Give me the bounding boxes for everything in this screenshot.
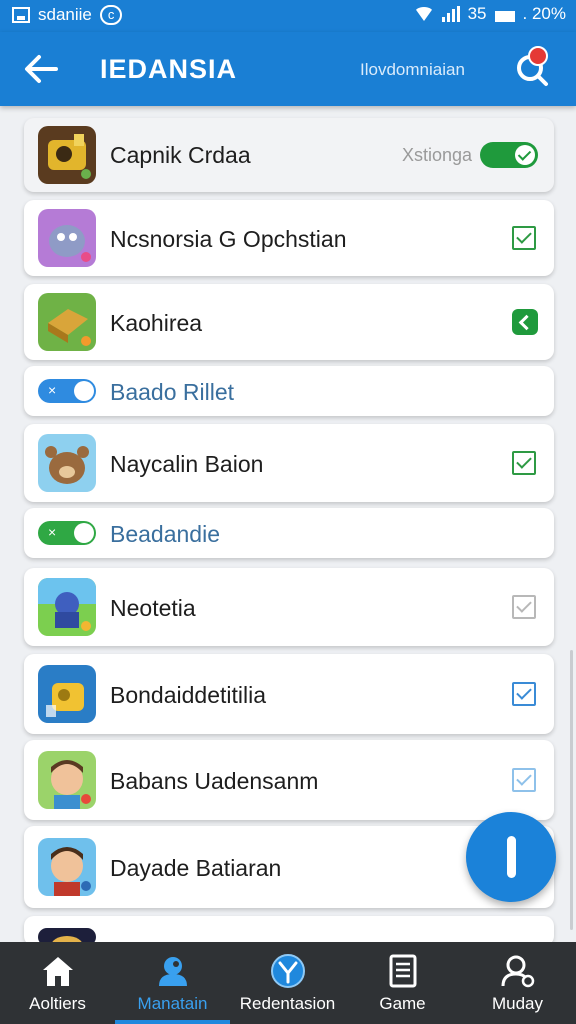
app-bar: IEDANSIA Ilovdomniaian xyxy=(0,32,576,106)
section-title: Baado Rillet xyxy=(110,379,235,405)
list-item[interactable]: Kaohirea xyxy=(24,284,554,360)
chevron-left-icon[interactable] xyxy=(512,309,538,335)
list-item[interactable]: Bondaiddetitilia xyxy=(24,654,554,734)
user-settings-icon xyxy=(501,955,535,988)
app-icon xyxy=(38,838,96,896)
item-name: Ncsnorsia G Opchstian xyxy=(110,226,347,252)
document-icon xyxy=(389,954,417,988)
item-name: Dayade Batiaran xyxy=(110,855,282,881)
nav-item-game[interactable]: Game xyxy=(345,942,460,1024)
battery-icon xyxy=(494,10,515,22)
nav-label: Aoltiers xyxy=(29,994,86,1013)
item-name: Neotetia xyxy=(110,595,196,621)
status-time: . 20% xyxy=(522,4,566,23)
section-pill-icon: × xyxy=(38,521,96,545)
status-pill: c xyxy=(99,5,123,25)
nav-label: Muday xyxy=(491,994,544,1013)
list-item[interactable]: Naycalin Baion xyxy=(24,424,554,502)
scrollbar[interactable] xyxy=(570,650,573,930)
section-header: × Beadandie xyxy=(24,508,554,558)
item-name: Capnik Crdaa xyxy=(110,142,251,168)
nav-label: Game xyxy=(379,994,426,1013)
app-icon xyxy=(38,751,96,809)
item-name: Naycalin Baion xyxy=(110,451,264,477)
compass-icon xyxy=(271,954,305,988)
status-bar: sdaniie c 35 . 20% xyxy=(0,0,576,32)
item-name: Kaohirea xyxy=(110,310,203,336)
app-icon xyxy=(38,578,96,636)
nav-label: Manatain xyxy=(137,994,208,1013)
app-icon xyxy=(38,293,96,351)
person-icon xyxy=(159,957,187,986)
signal-text: 35 xyxy=(467,4,487,23)
back-arrow-icon[interactable] xyxy=(22,52,60,86)
status-left-label: sdaniie xyxy=(38,5,92,24)
bottom-nav: Aoltiers Manatain Redentasion Game Muday xyxy=(0,942,576,1024)
nav-item-home[interactable]: Aoltiers xyxy=(0,942,115,1024)
section-title: Beadandie xyxy=(110,521,220,547)
section-pill-icon: × xyxy=(38,379,96,403)
app-icon xyxy=(38,665,96,723)
page-subtitle: Ilovdomniaian xyxy=(360,60,465,79)
item-name: Babans Uadensanm xyxy=(110,768,319,794)
nav-label: Redentasion xyxy=(239,994,336,1013)
item-name: Bondaiddetitilia xyxy=(110,682,267,708)
app-icon xyxy=(38,209,96,267)
checkbox[interactable] xyxy=(512,595,536,619)
nav-item-muday[interactable]: Muday xyxy=(460,942,575,1024)
section-header: × Baado Rillet xyxy=(24,366,554,416)
gallery-icon xyxy=(12,7,30,23)
list-item[interactable]: Capnik Crdaa Xstionga xyxy=(24,118,554,192)
checkbox[interactable] xyxy=(512,682,536,706)
item-status: Xstionga xyxy=(401,145,472,165)
signal-icon xyxy=(441,6,460,22)
checkbox[interactable] xyxy=(512,768,536,792)
app-icon xyxy=(38,126,96,184)
app-icon xyxy=(38,434,96,492)
page-title: IEDANSIA xyxy=(100,54,238,84)
notification-badge xyxy=(528,46,548,66)
toggle-switch[interactable] xyxy=(480,142,538,168)
list-item[interactable]: Babans Uadensanm xyxy=(24,740,554,820)
nav-item-redentasion[interactable]: Redentasion xyxy=(230,942,345,1024)
toggle-check-icon xyxy=(515,145,535,165)
checkbox[interactable] xyxy=(512,226,536,250)
home-icon xyxy=(43,957,73,986)
list-item[interactable]: Neotetia xyxy=(24,568,554,646)
fab-button[interactable] xyxy=(466,812,556,902)
checkbox[interactable] xyxy=(512,451,536,475)
wifi-icon xyxy=(413,7,434,21)
nav-item-manatain[interactable]: Manatain xyxy=(115,942,230,1024)
list-item[interactable]: Ncsnorsia G Opchstian xyxy=(24,200,554,276)
